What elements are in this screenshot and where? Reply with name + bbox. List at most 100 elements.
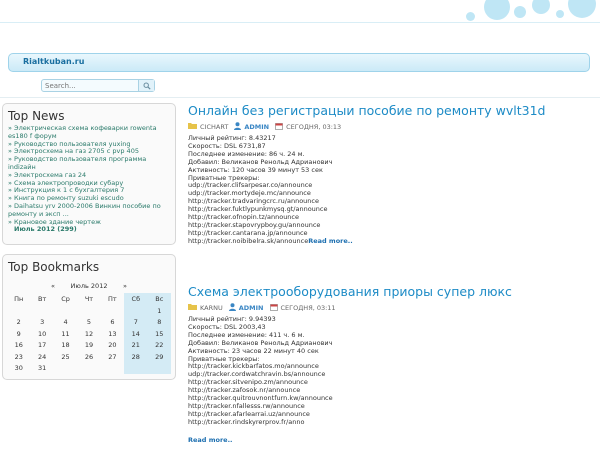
weekday-label: Чт <box>84 295 94 303</box>
post: Схема электрооборудования приоры супер л… <box>188 284 593 445</box>
calendar-day[interactable]: 17 <box>30 340 53 352</box>
calendar-day[interactable]: 16 <box>7 340 30 352</box>
calendar-week-row: 1 <box>7 305 171 317</box>
calendar-day[interactable]: 30 <box>7 363 30 375</box>
post-title-link[interactable]: Схема электрооборудования приоры супер л… <box>188 284 593 299</box>
post-author-link[interactable]: ADMIN <box>244 123 269 131</box>
search-button[interactable] <box>138 80 154 91</box>
calendar-weekday-row: Пн Вт Ср Чт Пт Сб Вс <box>7 293 171 305</box>
search-input[interactable] <box>45 81 135 91</box>
calendar-day[interactable]: 24 <box>30 351 53 363</box>
calendar-day[interactable]: 25 <box>54 351 77 363</box>
news-link[interactable]: » Электросхема на газ 2705 с pvp 405 <box>8 147 139 155</box>
user-icon <box>228 302 236 313</box>
calendar-day[interactable]: 14 <box>124 328 148 340</box>
post-body: Личный рейтинг: 8.43217 Скорость: DSL 67… <box>188 134 593 246</box>
weekday-label: Пн <box>14 295 24 303</box>
calendar-day[interactable]: 4 <box>54 317 77 329</box>
news-link[interactable]: » Электрическая схема кофеварки rowenta … <box>8 124 157 140</box>
calendar-day[interactable]: 12 <box>77 328 100 340</box>
calendar-day <box>54 363 77 375</box>
calendar-day[interactable]: 18 <box>54 340 77 352</box>
news-link[interactable]: » Электросхема газ 24 <box>8 171 86 179</box>
brand-bar: Rialtkuban.ru <box>8 53 590 72</box>
calendar-day <box>124 305 148 317</box>
calendar-day[interactable]: 21 <box>124 339 148 351</box>
calendar-day[interactable]: 22 <box>147 339 171 351</box>
calendar-day[interactable]: 3 <box>30 317 53 329</box>
calendar-week-row: 23 24 25 26 27 28 29 <box>7 351 171 363</box>
calendar-day <box>77 305 100 317</box>
user-icon <box>234 121 242 132</box>
calendar-day[interactable]: 29 <box>147 351 171 363</box>
calendar-day[interactable]: 19 <box>77 340 100 352</box>
calendar-prev-button[interactable]: « <box>48 282 58 290</box>
list-item: » Руководство пользователя программа ind… <box>8 155 174 172</box>
calendar-day[interactable]: 6 <box>101 317 124 329</box>
post-date: СЕГОДНЯ, 03:11 <box>280 303 336 312</box>
news-link[interactable]: » Книга по ремонту suzuki escudo <box>8 194 124 202</box>
calendar-day[interactable]: 20 <box>101 340 124 352</box>
weekday-label: Сб <box>124 293 148 305</box>
calendar-week-row: 16 17 18 19 20 21 22 <box>7 339 171 352</box>
calendar-day[interactable]: 11 <box>54 328 77 340</box>
calendar-day[interactable]: 7 <box>124 316 148 328</box>
calendar-day[interactable]: 1 <box>147 305 171 317</box>
top-news-title: Top News <box>8 109 65 123</box>
post-line-text: http://tracker.noibibelra.sk/announce <box>188 236 309 245</box>
news-link[interactable]: » Схема электропроводки субару <box>8 179 123 187</box>
calendar-week-row: 9 10 11 12 13 14 15 <box>7 328 171 340</box>
news-list: » Электрическая схема кофеварки rowenta … <box>8 124 174 234</box>
calendar-day <box>101 363 124 375</box>
calendar-week-row: 2345678 <box>7 316 171 329</box>
read-more-link[interactable]: Read more.. <box>308 237 353 245</box>
site-brand-link[interactable]: Rialtkuban.ru <box>23 57 84 66</box>
calendar-day[interactable]: 28 <box>124 351 148 363</box>
weekday-label: Пт <box>108 295 117 303</box>
calendar-day[interactable]: 9 <box>7 328 30 340</box>
news-link[interactable]: » Крановое здание чертеж <box>8 218 101 226</box>
calendar-day[interactable]: 27 <box>101 351 124 363</box>
post-line: http://tracker.noibibelra.sk/announceRea… <box>188 236 593 246</box>
calendar-day <box>101 305 124 317</box>
weekday-label: Вс <box>147 293 171 305</box>
search-box <box>41 79 155 92</box>
calendar-day[interactable]: 23 <box>7 351 30 363</box>
calendar-day <box>77 363 100 375</box>
header-bubbles-decoration <box>460 0 600 40</box>
post-line: http://tracker.rindskyrerprov.fr/anno <box>188 417 305 426</box>
calendar-icon <box>275 122 284 132</box>
read-more-link[interactable]: Read more.. <box>188 436 233 444</box>
list-item: Июль 2012 (299) <box>8 225 174 234</box>
post-category-link[interactable]: CICHART <box>200 123 228 131</box>
news-link[interactable]: » Руководство пользователя yuxing <box>8 140 131 148</box>
calendar-day[interactable]: 31 <box>30 363 53 375</box>
calendar-day[interactable]: 8 <box>147 316 171 328</box>
calendar-icon <box>269 303 278 313</box>
archive-link[interactable]: Июль 2012 (299) <box>8 225 77 233</box>
top-bookmarks-title: Top Bookmarks <box>8 260 100 274</box>
post-meta: KARNU ADMIN СЕГОДНЯ, 03:11 <box>188 302 593 313</box>
calendar-day[interactable]: 26 <box>77 351 100 363</box>
top-bookmarks-panel: Top Bookmarks « Июль 2012 » Пн Вт Ср Чт Пт… <box>2 254 176 380</box>
calendar-table: Пн Вт Ср Чт Пт Сб Вс 1 2 3 4 5 6 7 8 9 10 11 12 13 14… <box>7 293 171 374</box>
post: Онлайн без регистрацыи пособие по ремонт… <box>188 103 593 246</box>
post-category-link[interactable]: KARNU <box>200 304 223 312</box>
calendar-day[interactable]: 15 <box>147 328 171 340</box>
calendar-day <box>147 362 171 374</box>
list-item: » Электрическая схема кофеварки rowenta … <box>8 124 174 141</box>
post-date: СЕГОДНЯ, 03:13 <box>286 122 342 131</box>
weekday-label: Вт <box>38 295 47 303</box>
folder-icon <box>188 303 197 312</box>
news-link[interactable]: » Инструкция к 1 с бухгалтерия 7 <box>8 186 124 194</box>
post-author-link[interactable]: ADMIN <box>239 304 264 312</box>
post-title-link[interactable]: Онлайн без регистрацыи пособие по ремонт… <box>188 103 593 118</box>
calendar-day[interactable]: 13 <box>101 328 124 340</box>
post-meta: CICHART ADMIN СЕГОДНЯ, 03:13 <box>188 121 593 132</box>
news-link[interactable]: » Руководство пользователя программа ind… <box>8 155 146 171</box>
news-link[interactable]: » Daihatsu yrv 2000-2006 Βинкин пособие … <box>8 202 161 218</box>
calendar-day[interactable]: 2 <box>7 317 30 329</box>
calendar-day[interactable]: 10 <box>30 328 53 340</box>
calendar-day[interactable]: 5 <box>77 317 100 329</box>
calendar-next-button[interactable]: » <box>120 282 130 290</box>
